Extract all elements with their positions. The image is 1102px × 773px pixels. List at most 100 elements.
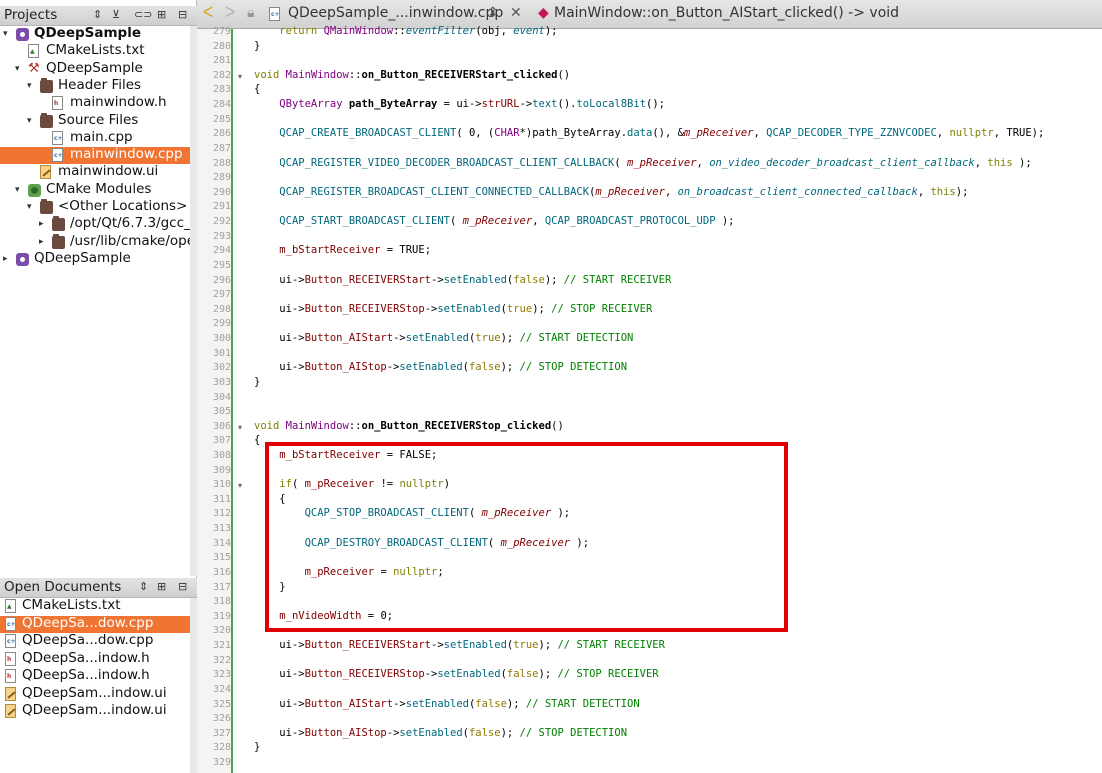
- cmake-file-icon: ▲: [5, 599, 16, 613]
- code-token: false: [506, 668, 539, 681]
- tree-item[interactable]: ▾ Header Files: [0, 77, 195, 95]
- code-line: QByteArray path_ByteArray = ui->strURL->…: [254, 98, 665, 110]
- tree-item[interactable]: ▾ CMake Modules: [0, 182, 195, 199]
- line-number: 329: [212, 757, 231, 768]
- collapse-arrow-icon[interactable]: ▸: [39, 234, 44, 251]
- document-dropdown-icon[interactable]: ⇕: [487, 5, 499, 21]
- open-document-label: QDeepSa...indow.h: [22, 650, 150, 666]
- expand-arrow-icon[interactable]: ▾: [15, 182, 20, 199]
- code-token: nullptr: [949, 127, 994, 140]
- open-document-item[interactable]: ▲ CMakeLists.txt: [0, 598, 195, 615]
- panel-selector-icon[interactable]: ⇕: [139, 580, 148, 593]
- code-token: // START DETECTION: [519, 332, 634, 345]
- line-number: 295: [212, 259, 231, 271]
- close-panel-icon[interactable]: ⊟: [178, 580, 187, 593]
- filter-icon[interactable]: ⊻: [112, 8, 120, 21]
- code-token: m_bStartReceiver: [279, 244, 381, 257]
- open-document-item[interactable]: c+ QDeepSa...dow.cpp: [0, 615, 195, 633]
- tree-item[interactable]: ▾ <Other Locations>: [0, 199, 195, 216]
- tree-item[interactable]: mainwindow.ui: [0, 164, 195, 181]
- code-line: QCAP_START_BROADCAST_CLIENT( m_pReceiver…: [254, 215, 734, 228]
- code-token: ,: [696, 156, 710, 169]
- open-document-item[interactable]: h QDeepSa...indow.h: [0, 651, 195, 668]
- code-token: (): [557, 68, 571, 81]
- close-panel-icon[interactable]: ⊟: [178, 8, 187, 21]
- open-documents-title[interactable]: Open Documents: [4, 579, 121, 595]
- code-token: ui->: [254, 668, 305, 681]
- expand-arrow-icon[interactable]: ▾: [3, 26, 8, 43]
- line-number: 289: [212, 172, 231, 184]
- code-token: QCAP_REGISTER_BROADCAST_CLIENT_CONNECTED…: [279, 185, 590, 198]
- split-icon[interactable]: ⊞: [157, 580, 166, 593]
- expand-arrow-icon[interactable]: ▾: [27, 113, 32, 130]
- code-token: {: [254, 434, 261, 447]
- code-token: , TRUE);: [993, 127, 1045, 140]
- expand-arrow-icon[interactable]: ▾: [15, 61, 20, 78]
- tree-item[interactable]: ▸ QDeepSample: [0, 251, 195, 268]
- back-arrow-icon[interactable]: ᐸ: [203, 5, 213, 21]
- code-token: Button_RECEIVERStart: [304, 639, 432, 652]
- line-number: 297: [212, 289, 231, 301]
- tree-item[interactable]: ▲ CMakeLists.txt: [0, 43, 195, 60]
- projects-panel-title[interactable]: Projects: [4, 7, 57, 23]
- open-document-item[interactable]: h QDeepSa...indow.h: [0, 668, 195, 685]
- code-token: ,: [664, 185, 678, 198]
- open-document-item[interactable]: c+ QDeepSa...dow.cpp: [0, 633, 195, 650]
- code-token: ,: [974, 156, 988, 169]
- tree-item-label: /usr/lib/cmake/open: [70, 233, 195, 249]
- code-token: strURL: [481, 98, 520, 111]
- open-document-label: QDeepSam...indow.ui: [22, 685, 167, 701]
- code-token: setEnabled: [399, 361, 463, 374]
- tree-item[interactable]: ▸ /usr/lib/cmake/open: [0, 233, 195, 251]
- line-number: 319: [212, 610, 231, 622]
- line-number: 298: [212, 303, 231, 315]
- code-token: }: [254, 375, 261, 388]
- tree-item[interactable]: h mainwindow.h: [0, 95, 195, 112]
- panel-selector-icon[interactable]: ⇕: [93, 8, 102, 21]
- close-document-icon[interactable]: ✕: [510, 5, 522, 21]
- forward-arrow-icon[interactable]: ᐳ: [225, 5, 235, 21]
- code-token: QByteArray: [279, 98, 343, 111]
- document-combo[interactable]: QDeepSample_...inwindow.cpp: [288, 5, 503, 21]
- code-token: Button_RECEIVERStop: [304, 302, 425, 315]
- tree-item[interactable]: ▾ ⚒ QDeepSample: [0, 61, 195, 78]
- link-icon[interactable]: ⊂⊃: [134, 8, 152, 21]
- open-document-item[interactable]: QDeepSam...indow.ui: [0, 686, 195, 703]
- line-number: 326: [212, 713, 231, 725]
- tree-item[interactable]: ▸ /opt/Qt/6.7.3/gcc_a: [0, 216, 195, 233]
- fold-arrow-icon[interactable]: ▾: [238, 423, 242, 432]
- cmake-modules-icon: [28, 183, 41, 197]
- tree-item-label: CMakeLists.txt: [46, 43, 145, 59]
- line-number: 310: [212, 479, 231, 491]
- cpp-file-icon: c+: [269, 7, 280, 21]
- ui-file-icon: [5, 686, 16, 701]
- open-document-item[interactable]: QDeepSam...indow.ui: [0, 703, 195, 720]
- split-icon[interactable]: ⊞: [157, 8, 166, 21]
- tree-item[interactable]: ▾ Source Files: [0, 112, 195, 130]
- code-token: m_pReceiver: [462, 215, 533, 228]
- expand-arrow-icon[interactable]: ▾: [27, 199, 32, 216]
- open-documents-scrollbar[interactable]: [190, 598, 197, 773]
- project-tree-scrollbar[interactable]: [190, 26, 197, 576]
- symbol-combo[interactable]: MainWindow::on_Button_AIStart_clicked() …: [554, 5, 899, 21]
- expand-arrow-icon[interactable]: ▾: [27, 78, 32, 95]
- collapse-arrow-icon[interactable]: ▸: [3, 251, 8, 268]
- code-token: );: [500, 726, 520, 739]
- code-line: QCAP_REGISTER_VIDEO_DECODER_BROADCAST_CL…: [254, 156, 1031, 169]
- code-token: ::: [393, 25, 406, 37]
- code-token: {: [254, 83, 261, 96]
- fold-arrow-icon[interactable]: ▾: [238, 481, 242, 490]
- open-document-label: CMakeLists.txt: [22, 598, 121, 613]
- tree-item[interactable]: ▾ QDeepSample: [0, 26, 195, 43]
- code-token: = TRUE;: [380, 244, 432, 257]
- code-token: text: [532, 98, 558, 111]
- code-token: // STOP RECEIVER: [551, 302, 653, 315]
- code-token: (obj,: [475, 25, 514, 37]
- collapse-arrow-icon[interactable]: ▸: [39, 216, 44, 233]
- fold-arrow-icon[interactable]: ▾: [238, 72, 242, 81]
- line-number: 305: [212, 406, 231, 418]
- tree-item[interactable]: c+ main.cpp: [0, 130, 195, 147]
- tree-item[interactable]: c+ mainwindow.cpp: [0, 147, 195, 165]
- code-token: );: [506, 697, 526, 710]
